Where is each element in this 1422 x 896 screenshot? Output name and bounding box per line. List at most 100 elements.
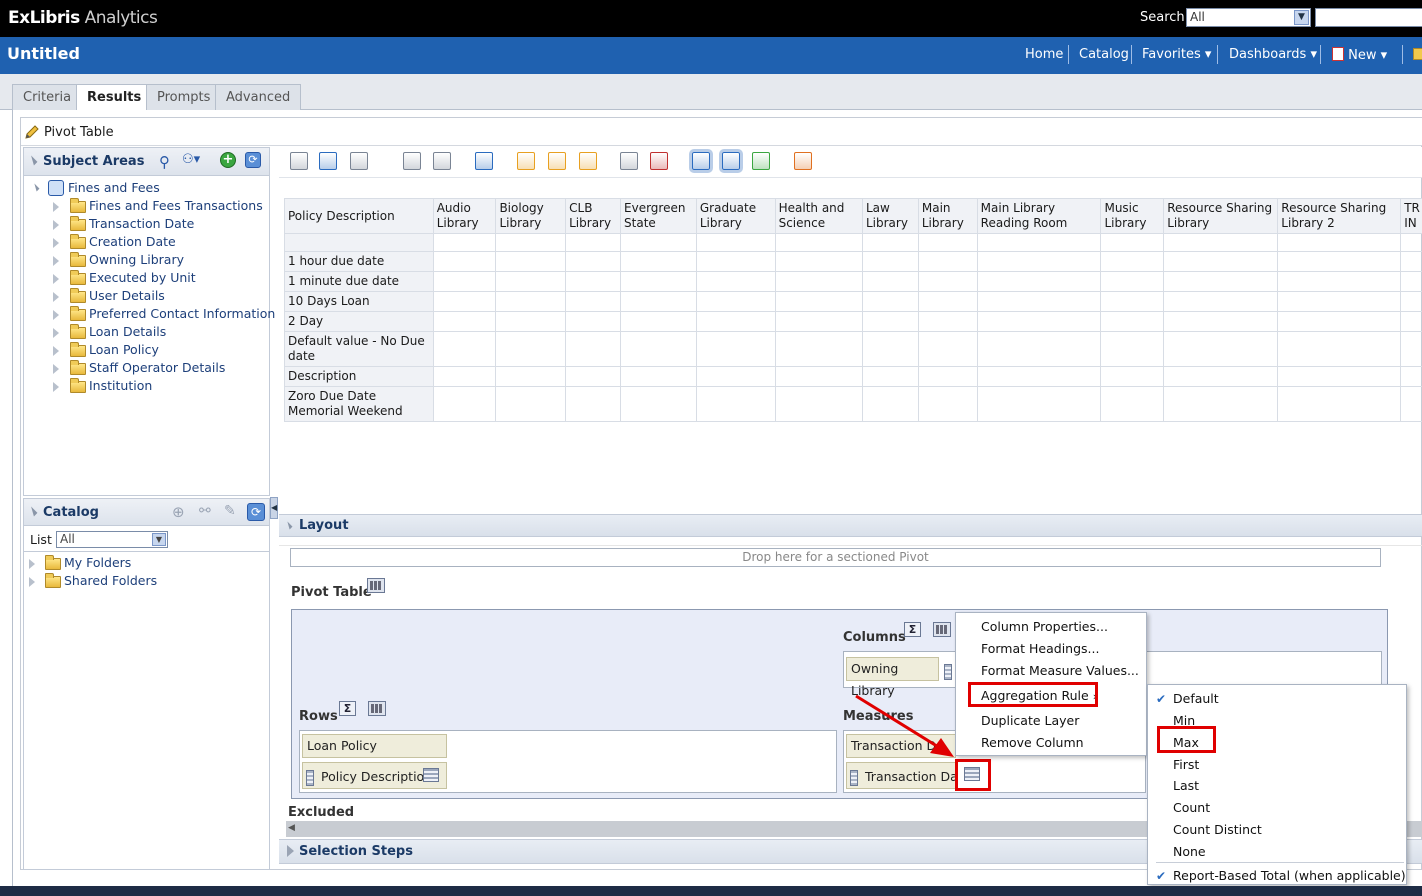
refresh-icon[interactable] [475, 152, 493, 170]
row-chip-policy-description[interactable]: Policy Description [302, 762, 447, 789]
selection-steps-title: Selection Steps [299, 844, 413, 859]
nav-dashboards[interactable]: Dashboards ▾ [1229, 47, 1317, 62]
expand-triangle-icon[interactable] [53, 364, 59, 374]
table-view-icon[interactable] [620, 152, 638, 170]
tab-criteria[interactable]: Criteria [12, 84, 83, 110]
pivot-corner-header: Policy Description [284, 198, 434, 234]
aggregation-option-default[interactable]: ✔ Default [1148, 688, 1406, 710]
expand-triangle-icon[interactable] [53, 202, 59, 212]
expand-triangle-icon[interactable] [53, 238, 59, 248]
nav-new[interactable]: New ▾ [1332, 47, 1387, 63]
aggregation-option-count[interactable]: Count [1148, 797, 1406, 819]
search-input[interactable] [1315, 8, 1422, 27]
sigma-icon[interactable]: Σ [339, 701, 356, 716]
new-filter-icon[interactable] [579, 152, 597, 170]
column-handle-icon[interactable] [306, 770, 314, 786]
menu-remove-column[interactable]: Remove Column [956, 732, 1146, 754]
format-icon[interactable] [650, 152, 668, 170]
menu-duplicate-layer[interactable]: Duplicate Layer [956, 710, 1146, 732]
sort-icon[interactable] [752, 152, 770, 170]
catalog-list-select[interactable]: All ▼ [56, 531, 168, 548]
add-remove-subject-areas-icon[interactable]: ⚇▾ [182, 152, 200, 167]
expand-triangle-icon[interactable] [53, 220, 59, 230]
pivot-cell [432, 251, 497, 272]
column-chip-owning-library[interactable]: Owning Library [846, 657, 939, 698]
create-column-icon[interactable]: + [220, 152, 236, 168]
scroll-left-icon[interactable]: ◀ [288, 823, 295, 833]
folder-icon [70, 198, 86, 213]
chevron-down-icon[interactable]: ▼ [1294, 10, 1309, 25]
pencil-icon[interactable] [24, 124, 40, 140]
expand-triangle-icon[interactable] [53, 292, 59, 302]
pivot-cell [976, 386, 1102, 422]
print-icon[interactable] [290, 152, 308, 170]
tab-prompts[interactable]: Prompts [146, 84, 222, 110]
nav-home[interactable]: Home [1025, 47, 1063, 62]
aggregation-option-none[interactable]: None [1148, 841, 1406, 863]
pivot-cell [565, 386, 622, 422]
refresh-icon[interactable]: ⟳ [247, 503, 265, 521]
pivot-row-header: Description [284, 366, 434, 387]
menu-report-based-total[interactable]: ✔ Report-Based Total (when applicable) [1148, 865, 1406, 887]
expand-triangle-icon[interactable] [29, 559, 35, 569]
row-properties-icon[interactable] [368, 701, 386, 716]
expand-triangle-icon[interactable] [29, 577, 35, 587]
refresh-icon[interactable]: ⟳ [245, 152, 261, 168]
expand-triangle-icon[interactable] [53, 256, 59, 266]
aggregation-rule-submenu: ✔ Default Min Max First Last Count Count Distin… [1147, 684, 1407, 885]
pivot-row-header: Zoro Due Date Memorial Weekend [284, 386, 434, 422]
layout-section-header[interactable] [279, 514, 1422, 537]
expand-triangle-icon[interactable] [53, 274, 59, 284]
expand-triangle-icon[interactable] [287, 845, 294, 857]
pivot-cell [565, 366, 622, 387]
column-handle-icon[interactable] [944, 664, 952, 680]
search-icon[interactable]: ⚲ [159, 153, 170, 171]
new-calculated-item-icon[interactable] [517, 152, 535, 170]
aggregation-option-count-distinct[interactable]: Count Distinct [1148, 819, 1406, 841]
table-properties-icon[interactable] [367, 578, 385, 593]
divider [24, 551, 269, 552]
export-icon[interactable] [319, 152, 337, 170]
edit-icon[interactable]: ✎ [224, 503, 236, 519]
app-logo[interactable]: ExLibris Analytics [8, 8, 158, 28]
measure-chip-transaction-date[interactable]: Transaction Date [846, 762, 958, 789]
add-view-icon[interactable] [794, 152, 812, 170]
expand-triangle-icon[interactable] [53, 382, 59, 392]
menu-column-properties[interactable]: Column Properties... [956, 616, 1146, 638]
menu-format-measure-values[interactable]: Format Measure Values... [956, 660, 1146, 682]
nav-catalog[interactable]: Catalog [1079, 47, 1129, 62]
insert-row-icon[interactable] [433, 152, 451, 170]
sigma-icon[interactable]: Σ [904, 622, 921, 637]
expand-triangle-icon[interactable] [53, 328, 59, 338]
collapse-panel-handle[interactable]: ◀ [270, 497, 278, 519]
search-scope-select[interactable]: All ▼ [1186, 8, 1311, 27]
pivot-view-icon[interactable] [689, 149, 713, 173]
sections-drop-target[interactable]: Drop here for a sectioned Pivot [290, 548, 1381, 567]
expand-triangle-icon[interactable] [53, 346, 59, 356]
binoculars-icon[interactable]: ⚯ [199, 503, 211, 519]
aggregation-option-last[interactable]: Last [1148, 775, 1406, 797]
row-chip-loan-policy[interactable]: Loan Policy [302, 734, 447, 758]
view-icon[interactable] [350, 152, 368, 170]
pivot-cell [1100, 386, 1165, 422]
nav-favorites[interactable]: Favorites ▾ [1142, 47, 1211, 62]
column-menu-icon[interactable] [423, 768, 439, 782]
new-group-icon[interactable] [548, 152, 566, 170]
pivot-cell [1163, 233, 1279, 252]
cube-icon [48, 180, 64, 196]
expand-triangle-icon[interactable] [53, 310, 59, 320]
tab-results[interactable]: Results [76, 84, 153, 111]
tab-advanced[interactable]: Advanced [215, 84, 302, 110]
aggregation-option-first[interactable]: First [1148, 754, 1406, 776]
sections-strip [279, 538, 1422, 546]
new-folder-icon[interactable]: ⊕ [172, 503, 185, 521]
swap-icon[interactable] [719, 149, 743, 173]
pivot-cell [861, 271, 919, 292]
insert-column-icon[interactable] [403, 152, 421, 170]
pivot-cell [917, 331, 978, 367]
column-properties-icon[interactable] [933, 622, 951, 637]
menu-format-headings[interactable]: Format Headings... [956, 638, 1146, 660]
chevron-down-icon[interactable]: ▼ [152, 533, 166, 546]
column-handle-icon[interactable] [850, 770, 858, 786]
folder-icon[interactable] [1413, 48, 1422, 60]
